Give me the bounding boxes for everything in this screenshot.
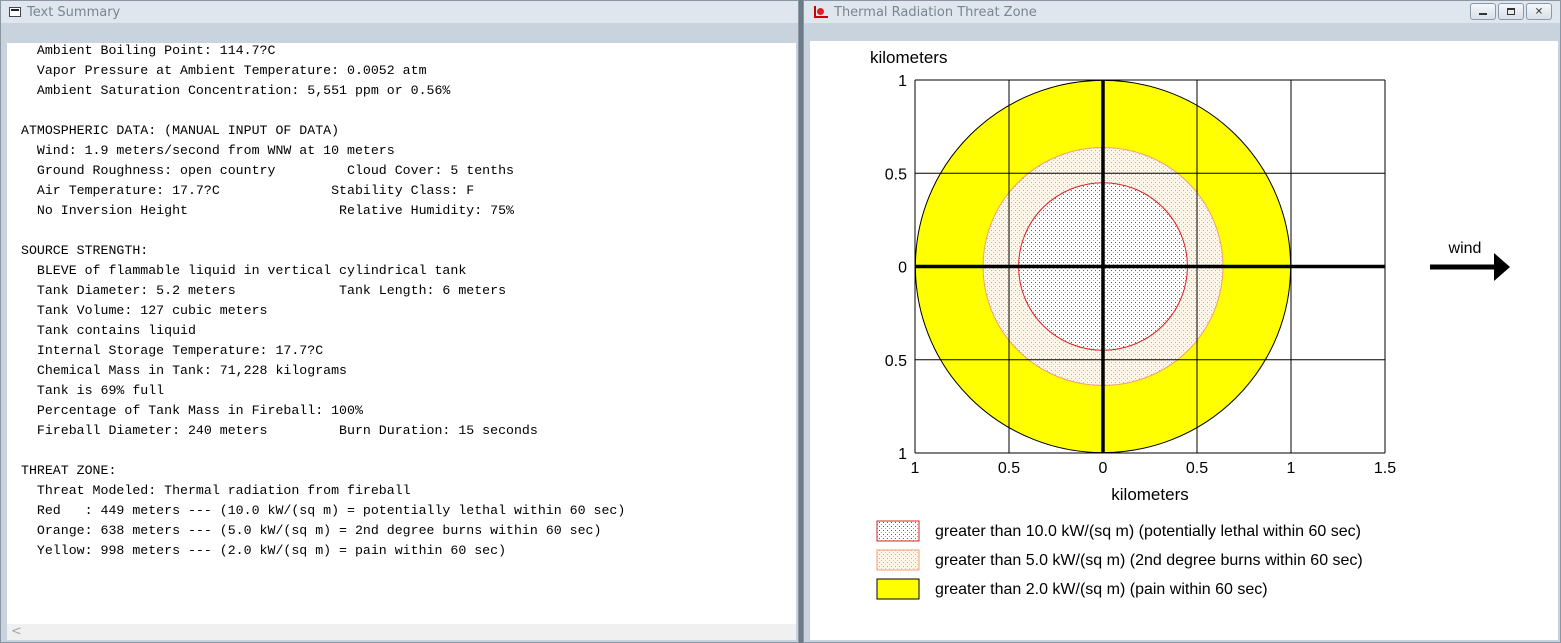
text-line: BLEVE of flammable liquid in vertical cy… (21, 263, 467, 278)
legend: greater than 10.0 kW/(sq m) (potentially… (876, 520, 1363, 600)
minimize-icon (1479, 13, 1487, 15)
text-line (21, 221, 625, 241)
plot-window-icon (814, 6, 828, 18)
horizontal-scrollbar[interactable]: < (7, 624, 796, 640)
x-tick-label: 0.5 (998, 460, 1020, 477)
y-tick-label: 0.5 (885, 353, 907, 370)
x-tick-label: 1 (1287, 460, 1296, 477)
x-tick-label: 0 (1099, 460, 1108, 477)
text-summary-title: Text Summary (27, 4, 121, 20)
minimize-button[interactable] (1470, 3, 1496, 20)
text-window-icon (9, 7, 21, 17)
text-line: Vapor Pressure at Ambient Temperature: 0… (21, 63, 427, 78)
y-axis-title: kilometers (870, 48, 947, 67)
text-line: Tank is 69% full (21, 383, 165, 398)
y-tick-label: 1 (898, 73, 907, 90)
text-summary-body[interactable]: Ambient Boiling Point: 114.7?C Vapor Pre… (7, 43, 796, 624)
text-summary-lines: Ambient Boiling Point: 114.7?C Vapor Pre… (7, 43, 625, 561)
threat-zone-window: Thermal Radiation Threat Zone ✕ 1 0.5 0 … (803, 0, 1561, 643)
threat-zone-titlebar[interactable]: Thermal Radiation Threat Zone ✕ (804, 1, 1560, 23)
legend-item-label: greater than 5.0 kW/(sq m) (2nd degree b… (935, 552, 1363, 569)
threat-zone-chart: 1 0.5 0 0.5 1 1.5 1 0.5 0 0.5 1 kilometers kilomet… (870, 48, 1510, 600)
text-line: Ambient Boiling Point: 114.7?C (21, 43, 276, 58)
text-line: SOURCE STRENGTH: (21, 243, 149, 258)
text-line (21, 101, 625, 121)
close-button[interactable]: ✕ (1526, 3, 1552, 20)
text-line: No Inversion Height Relative Humidity: 7… (21, 203, 514, 218)
text-line: Internal Storage Temperature: 17.7?C (21, 343, 324, 358)
text-line: Threat Modeled: Thermal radiation from f… (21, 483, 411, 498)
window-controls: ✕ (1470, 3, 1552, 20)
text-line: Chemical Mass in Tank: 71,228 kilograms (21, 363, 348, 378)
close-icon: ✕ (1534, 6, 1544, 17)
scroll-left-icon[interactable]: < (11, 624, 22, 639)
text-line: Orange: 638 meters --- (5.0 kW/(sq m) = … (21, 523, 602, 538)
y-tick-label: 1 (898, 446, 907, 463)
text-line: Air Temperature: 17.7?C Stability Class:… (21, 183, 475, 198)
maximize-icon (1507, 8, 1515, 15)
legend-item-label: greater than 10.0 kW/(sq m) (potentially… (935, 523, 1361, 540)
y-tick-label: 0.5 (885, 166, 907, 183)
text-summary-titlebar[interactable]: Text Summary (1, 1, 798, 23)
x-axis-title: kilometers (1111, 485, 1188, 504)
threat-zone-plot-area: 1 0.5 0 0.5 1 1.5 1 0.5 0 0.5 1 kilometers kilomet… (810, 41, 1558, 640)
text-line: Percentage of Tank Mass in Fireball: 100… (21, 403, 363, 418)
text-line: ATMOSPHERIC DATA: (MANUAL INPUT OF DATA) (21, 123, 340, 138)
text-line: Fireball Diameter: 240 meters Burn Durat… (21, 423, 538, 438)
text-line: THREAT ZONE: (21, 463, 117, 478)
legend-swatch (876, 520, 920, 542)
text-line: Tank Diameter: 5.2 meters Tank Length: 6… (21, 283, 507, 298)
y-tick-label: 0 (898, 260, 907, 277)
text-summary-window: Text Summary Ambient Boiling Point: 114.… (0, 0, 799, 643)
x-tick-label: 0.5 (1186, 460, 1208, 477)
threat-zone-title: Thermal Radiation Threat Zone (834, 4, 1037, 20)
wind-label: wind (1448, 240, 1482, 257)
text-line: Red : 449 meters --- (10.0 kW/(sq m) = p… (21, 503, 626, 518)
text-line: Ambient Saturation Concentration: 5,551 … (21, 83, 451, 98)
legend-swatch (876, 549, 920, 571)
maximize-button[interactable] (1498, 3, 1524, 20)
text-line: Tank Volume: 127 cubic meters (21, 303, 268, 318)
wind-arrow-icon (1494, 253, 1510, 281)
wind-indicator: wind (1430, 240, 1510, 281)
text-line: Yellow: 998 meters --- (2.0 kW/(sq m) = … (21, 543, 507, 558)
text-line: Ground Roughness: open country Cloud Cov… (21, 163, 514, 178)
text-line (21, 441, 625, 461)
legend-swatch (876, 578, 920, 600)
legend-item-label: greater than 2.0 kW/(sq m) (pain within … (935, 581, 1268, 598)
x-tick-label: 1.5 (1374, 460, 1396, 477)
text-line: Wind: 1.9 meters/second from WNW at 10 m… (21, 143, 395, 158)
text-line: Tank contains liquid (21, 323, 196, 338)
x-tick-label: 1 (911, 460, 920, 477)
